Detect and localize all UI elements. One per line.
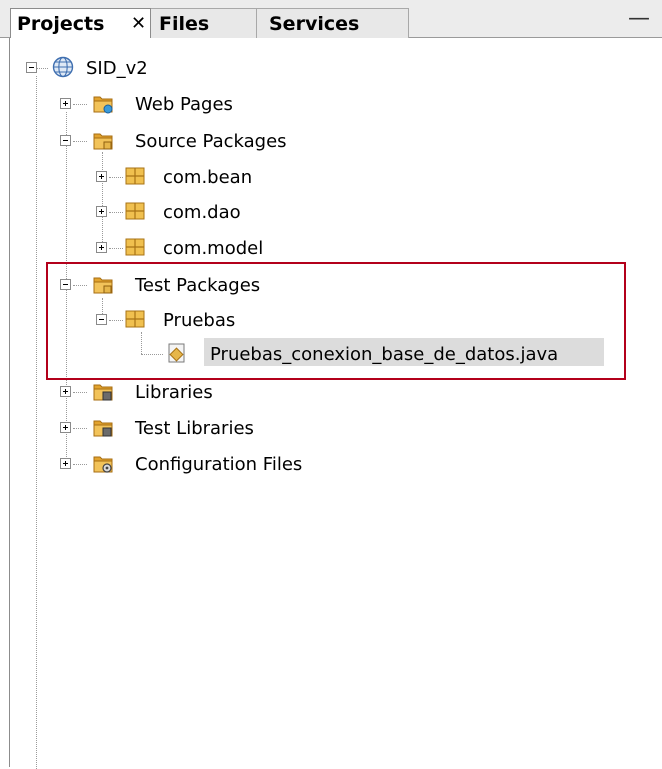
tree-node-label: com.dao: [163, 202, 241, 223]
expand-toggle-icon[interactable]: [60, 422, 71, 433]
tab-files-label: Files: [159, 13, 210, 35]
tab-files[interactable]: Files: [151, 8, 257, 38]
tree-node-package-pruebas[interactable]: Pruebas: [0, 306, 662, 336]
library-folder-icon: [93, 384, 113, 401]
java-file-icon: [168, 343, 185, 363]
tab-projects-label: Projects: [17, 13, 105, 35]
config-folder-icon: [93, 456, 113, 473]
tree-node-label: Test Libraries: [135, 418, 254, 439]
package-icon: [125, 310, 145, 328]
globe-icon: [52, 56, 74, 78]
package-icon: [125, 167, 145, 185]
tree-node-label: com.model: [163, 238, 264, 259]
collapse-toggle-icon[interactable]: [60, 279, 71, 290]
tree-node-label: Test Packages: [135, 275, 261, 296]
tree-node-web-pages[interactable]: Web Pages: [0, 90, 662, 120]
tree-node-test-libraries[interactable]: Test Libraries: [0, 414, 662, 444]
tab-services[interactable]: Services: [257, 8, 409, 38]
tree-node-label: Pruebas_conexion_base_de_datos.java: [210, 344, 559, 365]
expand-toggle-icon[interactable]: [96, 206, 107, 217]
package-icon: [125, 238, 145, 256]
tree-node-label: Pruebas: [163, 310, 236, 331]
minimize-icon[interactable]: —: [625, 6, 653, 32]
tree-node-test-packages[interactable]: Test Packages: [0, 271, 662, 301]
collapse-toggle-icon[interactable]: [96, 314, 107, 325]
tab-projects[interactable]: Projects ✕: [10, 8, 151, 38]
collapse-toggle-icon[interactable]: [26, 62, 37, 73]
tree-node-package[interactable]: com.model: [0, 234, 662, 264]
tree-node-label: com.bean: [163, 167, 253, 188]
tree-node-project[interactable]: SID_v2: [0, 54, 662, 84]
tree-node-label: Libraries: [135, 382, 213, 403]
expand-toggle-icon[interactable]: [60, 386, 71, 397]
expand-toggle-icon[interactable]: [96, 171, 107, 182]
expand-toggle-icon[interactable]: [60, 458, 71, 469]
close-icon[interactable]: ✕: [131, 9, 146, 39]
web-folder-icon: [93, 96, 113, 114]
package-icon: [125, 202, 145, 220]
tree-node-label: Source Packages: [135, 131, 287, 152]
test-folder-icon: [93, 277, 113, 294]
tab-bar: Projects ✕ Files Services —: [0, 0, 662, 38]
tree-node-label: Web Pages: [135, 94, 233, 115]
collapse-toggle-icon[interactable]: [60, 135, 71, 146]
expand-toggle-icon[interactable]: [96, 242, 107, 253]
tree-node-java-file[interactable]: Pruebas_conexion_base_de_datos.java: [0, 340, 662, 370]
tree-node-libraries[interactable]: Libraries: [0, 378, 662, 408]
library-folder-icon: [93, 420, 113, 437]
expand-toggle-icon[interactable]: [60, 98, 71, 109]
tree-node-configuration-files[interactable]: Configuration Files: [0, 450, 662, 480]
projects-window: Projects ✕ Files Services — SID_v2 Web P…: [0, 0, 662, 769]
tree-node-package[interactable]: com.bean: [0, 163, 662, 193]
tree-node-label: SID_v2: [86, 58, 148, 79]
tree-node-source-packages[interactable]: Source Packages: [0, 127, 662, 157]
tree-node-package[interactable]: com.dao: [0, 198, 662, 228]
tab-services-label: Services: [269, 13, 360, 35]
tree-node-label: Configuration Files: [135, 454, 303, 475]
source-folder-icon: [93, 133, 113, 150]
